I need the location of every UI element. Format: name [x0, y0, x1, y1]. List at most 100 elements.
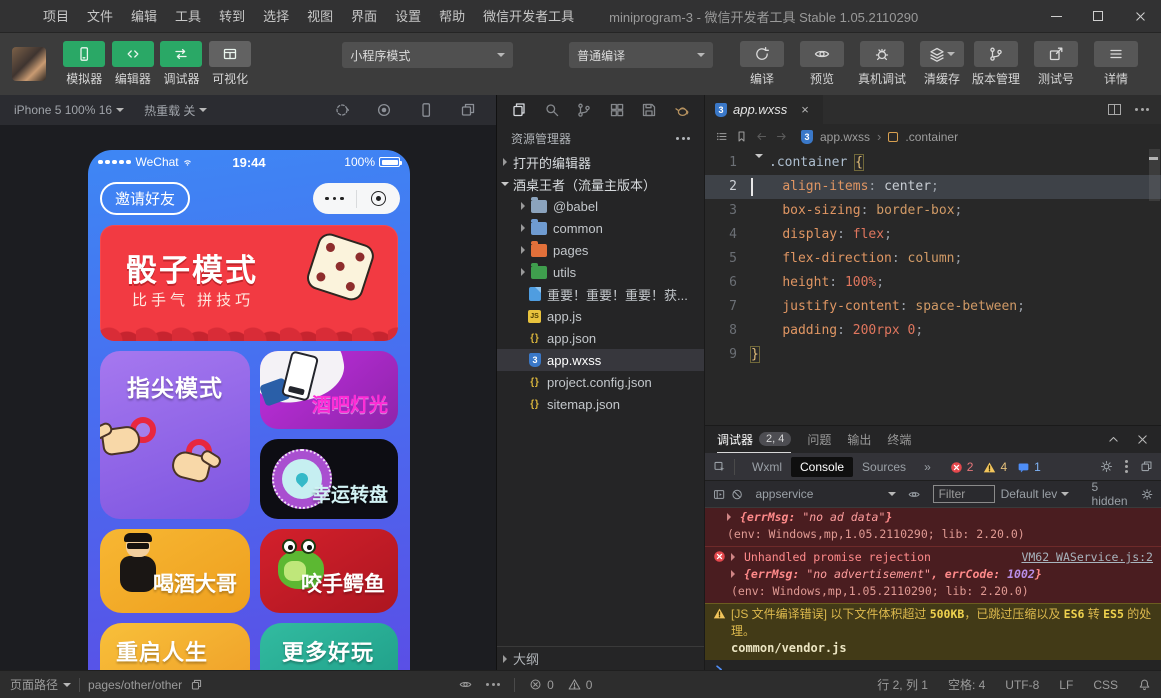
encoding-label[interactable]: UTF-8: [1005, 678, 1039, 692]
multi-window-button[interactable]: [460, 102, 476, 118]
dice-mode-banner[interactable]: 骰子模式 比手气 拼技巧: [100, 225, 398, 341]
clear-cache-button[interactable]: 清缓存: [915, 41, 969, 87]
teapot-activity-button[interactable]: [674, 102, 690, 118]
close-button[interactable]: [1119, 0, 1161, 32]
editor-toggle-button[interactable]: 编辑器: [109, 41, 158, 87]
log-level-select[interactable]: Default lev: [1001, 487, 1080, 501]
code-editor[interactable]: 1.container { 2 align-items: center; 3 b…: [705, 149, 1161, 425]
language-label[interactable]: CSS: [1093, 678, 1118, 692]
statusbar-warnings[interactable]: 0: [568, 678, 593, 692]
maximize-button[interactable]: [1077, 0, 1119, 32]
folder-babel[interactable]: @babel: [497, 195, 704, 217]
expand-arrow-icon[interactable]: [731, 570, 739, 578]
info-count[interactable]: 1: [1017, 460, 1041, 474]
rotate-button[interactable]: [334, 102, 350, 118]
card-drinking-bro[interactable]: 喝酒大哥: [100, 529, 250, 613]
card-biting-crocodile[interactable]: 咬手鳄鱼: [260, 529, 398, 613]
simulator-toggle-button[interactable]: 模拟器: [60, 41, 109, 87]
card-restart-life[interactable]: 重启人生 模拟器: [100, 623, 250, 670]
hidden-messages-label[interactable]: 5 hidden: [1092, 480, 1135, 508]
menu-view[interactable]: 视图: [298, 0, 342, 33]
avatar[interactable]: [12, 47, 46, 81]
capsule-close-button[interactable]: [357, 191, 400, 206]
tab-debugger[interactable]: 调试器 2, 4: [717, 426, 791, 453]
invite-friends-button[interactable]: 邀请好友: [100, 182, 190, 215]
menu-select[interactable]: 选择: [254, 0, 298, 33]
files-activity-button[interactable]: [511, 102, 527, 118]
inspect-element-icon[interactable]: [713, 460, 726, 473]
console-settings-gear-icon[interactable]: [1141, 488, 1153, 501]
menu-interface[interactable]: 界面: [342, 0, 386, 33]
file-app-wxss[interactable]: app.wxss: [497, 349, 704, 371]
warning-count[interactable]: 4: [983, 460, 1007, 474]
expand-arrow-icon[interactable]: [731, 553, 739, 561]
debugger-toggle-button[interactable]: 调试器: [157, 41, 206, 87]
device-select[interactable]: iPhone 5 100% 16: [14, 103, 124, 117]
compile-button[interactable]: 编译: [735, 41, 789, 87]
folder-pages[interactable]: pages: [497, 239, 704, 261]
outline-list-icon[interactable]: [715, 130, 728, 143]
details-button[interactable]: 详情: [1089, 41, 1143, 87]
compile-mode-select[interactable]: 普通编译: [569, 42, 713, 68]
outline-section[interactable]: 大纲: [497, 646, 704, 670]
hot-reload-select[interactable]: 热重载 关: [144, 102, 207, 119]
explorer-more-icon[interactable]: [676, 137, 690, 140]
file-app-js[interactable]: app.js: [497, 305, 704, 327]
menu-goto[interactable]: 转到: [210, 0, 254, 33]
breadcrumb-symbol[interactable]: .container: [905, 130, 958, 144]
project-root-section[interactable]: 酒桌王者（流量主版本）: [497, 173, 704, 195]
extensions-activity-button[interactable]: [609, 102, 625, 118]
file-sitemap-json[interactable]: sitemap.json: [497, 393, 704, 415]
bookmark-icon[interactable]: [735, 130, 748, 143]
menu-file[interactable]: 文件: [78, 0, 122, 33]
bell-icon[interactable]: [1138, 678, 1151, 691]
folder-common[interactable]: common: [497, 217, 704, 239]
devtools-more-tabs[interactable]: »: [915, 457, 940, 477]
console-filter-input[interactable]: [933, 485, 995, 503]
remote-debug-button[interactable]: 真机调试: [855, 41, 909, 87]
arrow-left-icon[interactable]: [755, 130, 768, 143]
menu-edit[interactable]: 编辑: [122, 0, 166, 33]
cursor-position-label[interactable]: 行 2, 列 1: [877, 676, 928, 693]
card-bar-lights[interactable]: 酒吧灯光: [260, 351, 398, 429]
menu-tools[interactable]: 工具: [166, 0, 210, 33]
fold-icon[interactable]: [755, 154, 763, 162]
card-finger-mode[interactable]: 指尖模式: [100, 351, 250, 519]
visualize-toggle-button[interactable]: 可视化: [206, 41, 255, 87]
tab-problems[interactable]: 问题: [807, 426, 831, 453]
source-link[interactable]: VM62 WAService.js:2: [1021, 549, 1153, 566]
warning-file-path[interactable]: common/vendor.js: [731, 641, 847, 655]
statusbar-errors[interactable]: 0: [529, 678, 554, 692]
search-activity-button[interactable]: [544, 102, 560, 118]
context-select[interactable]: appservice: [755, 487, 896, 501]
breadcrumb-file[interactable]: app.wxss: [820, 130, 870, 144]
kebab-menu-icon[interactable]: [1125, 460, 1128, 473]
indentation-label[interactable]: 空格: 4: [948, 676, 985, 693]
collapse-panel-icon[interactable]: [1107, 433, 1120, 446]
file-app-json[interactable]: app.json: [497, 327, 704, 349]
menu-devtools[interactable]: 微信开发者工具: [474, 0, 583, 33]
close-panel-icon[interactable]: [1136, 433, 1149, 446]
eye-icon[interactable]: [908, 488, 920, 501]
tab-output[interactable]: 输出: [847, 426, 871, 453]
arrow-right-icon[interactable]: [775, 130, 788, 143]
test-account-button[interactable]: 测试号: [1029, 41, 1083, 87]
save-activity-button[interactable]: [641, 102, 657, 118]
menu-project[interactable]: 项目: [34, 0, 78, 33]
editor-more-icon[interactable]: [1135, 108, 1149, 111]
card-more-fun[interactable]: 更多好玩 点这里: [260, 623, 398, 670]
mode-select[interactable]: 小程序模式: [342, 42, 513, 68]
file-project-config-json[interactable]: project.config.json: [497, 371, 704, 393]
folder-utils[interactable]: utils: [497, 261, 704, 283]
copy-icon[interactable]: [190, 678, 203, 691]
editor-scrollbar[interactable]: [1148, 149, 1161, 425]
record-button[interactable]: [376, 102, 392, 118]
console-log-area[interactable]: {errMsg: "no ad data"} (env: Windows,mp,…: [705, 508, 1161, 670]
eol-label[interactable]: LF: [1059, 678, 1073, 692]
version-control-button[interactable]: 版本管理: [969, 41, 1023, 87]
tab-app-wxss[interactable]: app.wxss ×: [705, 95, 823, 124]
open-editors-section[interactable]: 打开的编辑器: [497, 151, 704, 173]
device-frame-button[interactable]: [418, 102, 434, 118]
menu-help[interactable]: 帮助: [430, 0, 474, 33]
expand-arrow-icon[interactable]: [727, 513, 735, 521]
